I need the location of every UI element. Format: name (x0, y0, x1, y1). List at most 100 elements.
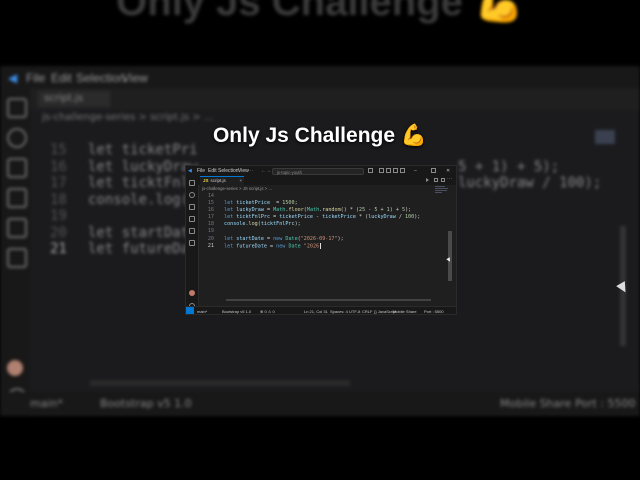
bg-code-right-line (458, 225, 601, 242)
toggle-secondary-sidebar-icon[interactable] (393, 168, 398, 173)
code-text: let ticketPrice = 1500; (224, 200, 298, 207)
search-icon[interactable] (189, 192, 195, 198)
bg-menu-selection: Selection (76, 71, 126, 85)
bg-breadcrumb: js-challenge-series > script.js > ... (42, 112, 214, 123)
bg-line-number: 21 (50, 241, 67, 257)
command-center-search[interactable]: js-topic-youth (272, 167, 364, 175)
code-editor[interactable]: 14 15 let ticketPrice = 1500; 16 let luckyDr… (198, 193, 450, 293)
bg-code-right-line: luckyDraw / 100); (458, 175, 602, 191)
code-token: ticketPrice (279, 214, 313, 221)
nav-forward-icon[interactable]: → (266, 168, 271, 174)
code-line[interactable]: 15 let ticketPrice = 1500; (198, 200, 450, 207)
bg-code-line: 19 (50, 208, 198, 225)
extensions-icon[interactable] (189, 228, 195, 234)
minimize-icon[interactable]: – (414, 168, 417, 174)
status-encoding[interactable]: UTF-8 (349, 309, 360, 314)
code-token: = (270, 214, 280, 221)
breadcrumb[interactable]: js-challenge-series > JS script.js > ... (202, 186, 272, 191)
code-line[interactable]: 14 (198, 193, 450, 200)
video-overlay-title: Only Js Challenge 💪 (212, 124, 428, 147)
js-file-icon: JS (203, 178, 209, 183)
code-text: console.log(ticktFnlPrc); (224, 221, 301, 228)
bg-warning-icon (7, 248, 27, 268)
bg-menubar: ◀ File Edit Selection View (0, 66, 640, 88)
code-token: () * ( (340, 207, 360, 214)
source-control-icon[interactable] (189, 204, 195, 210)
more-actions-icon[interactable]: ··· (447, 176, 452, 182)
status-mobile-share[interactable]: Mobile Share (393, 309, 417, 314)
tab-bar: JS script.js × ··· (198, 176, 456, 185)
bg-line-number: 20 (50, 224, 67, 241)
code-token: Date (288, 243, 301, 250)
status-bootstrap[interactable]: Bootstrap v5 1.0 (222, 309, 251, 314)
code-token: = (266, 243, 277, 250)
code-token: ; (294, 200, 298, 207)
command-center-label: js-topic-youth (277, 169, 302, 175)
status-indentation[interactable]: Spaces: 4 (330, 309, 348, 314)
bg-status-bootstrap: Bootstrap v5 1.0 (100, 397, 192, 410)
bg-code-text: console.log(t (88, 191, 198, 208)
compare-icon[interactable] (434, 178, 438, 182)
code-line[interactable]: 20 let startDate = new Date("2026-09-17")… (198, 236, 450, 243)
status-cursor-position[interactable]: Ln 21, Col 31 (304, 309, 328, 314)
run-debug-icon[interactable] (189, 216, 195, 222)
code-token: new (276, 243, 289, 250)
code-token: - (365, 207, 375, 214)
code-text: let startDate = new Date("2026-09-17"); (224, 236, 344, 243)
more-menu-icon[interactable]: ··· (248, 168, 253, 174)
code-token: 100 (404, 214, 415, 221)
status-port[interactable]: Port : 5500 (424, 309, 444, 314)
bg-menu-edit: Edit (51, 71, 72, 85)
tab-script-js[interactable]: JS script.js × (200, 176, 244, 185)
explorer-icon[interactable] (189, 180, 195, 186)
run-icon[interactable] (426, 178, 429, 182)
tab-close-icon[interactable]: × (239, 177, 242, 185)
code-token: let (224, 200, 237, 207)
code-token: = (270, 200, 283, 207)
code-line[interactable]: 16 let luckyDraw = Math.floor(Math.random… (198, 207, 450, 214)
toggle-sidebar-icon[interactable] (379, 168, 384, 173)
code-token: ); (337, 235, 344, 242)
code-token: ) + (389, 207, 403, 214)
customize-layout-icon[interactable] (400, 168, 405, 173)
status-problems[interactable]: ⊗ 0 ⚠ 0 (260, 309, 275, 314)
code-token: ); (414, 214, 421, 221)
code-token: ticktFnlPrc (260, 221, 295, 228)
code-line[interactable]: 21 let futureDate = new Date "2026 (198, 242, 450, 251)
status-bar: main* Bootstrap v5 1.0 ⊗ 0 ⚠ 0 Ln 21, Co… (186, 306, 456, 314)
remote-indicator-icon[interactable] (186, 307, 194, 314)
warning-icon[interactable] (189, 240, 195, 246)
bg-code-line: 17 let ticktFnlP (50, 175, 198, 192)
code-line[interactable]: 17 let ticktFnlPrc = ticketPrice - ticket… (198, 214, 450, 221)
title-bar: ◀ File Edit Selection View ··· ← → js-to… (186, 166, 456, 176)
code-token: let (224, 214, 237, 221)
status-eol[interactable]: CRLF (362, 309, 372, 314)
code-token: * ( (355, 214, 369, 221)
maximize-icon[interactable] (431, 168, 436, 173)
bg-code-right-line (458, 192, 601, 209)
code-token: futureDate (236, 243, 267, 250)
code-token: + (377, 207, 387, 214)
line-number: 15 (207, 200, 214, 207)
vertical-scrollbar[interactable] (448, 231, 452, 281)
code-token: Date (285, 235, 298, 242)
bg-status-bar: main* Bootstrap v5 1.0 Mobile Share Port… (0, 392, 640, 414)
close-window-icon[interactable]: ✕ (446, 168, 450, 174)
code-text: let futureDate = new Date "2026 (224, 242, 322, 251)
toggle-panel-icon[interactable] (386, 168, 391, 173)
menu-edit[interactable]: Edit (208, 168, 217, 174)
account-avatar[interactable] (189, 290, 195, 296)
vscode-logo-icon: ◀ (188, 168, 192, 174)
menu-file[interactable]: File (197, 168, 205, 174)
copilot-icon[interactable] (368, 168, 373, 173)
code-line[interactable]: 18 console.log(ticktFnlPrc); (198, 221, 450, 228)
background-caption: Only Js Challenge 💪 (116, 0, 524, 24)
horizontal-scrollbar[interactable] (226, 299, 431, 301)
code-token: ); (294, 221, 301, 228)
status-branch[interactable]: main* (197, 309, 207, 314)
editor-actions: ··· (426, 176, 452, 183)
menu-selection[interactable]: Selection (218, 168, 239, 174)
code-token: startDate (236, 235, 264, 242)
code-line[interactable]: 19 (198, 228, 450, 235)
split-editor-icon[interactable] (441, 178, 445, 182)
